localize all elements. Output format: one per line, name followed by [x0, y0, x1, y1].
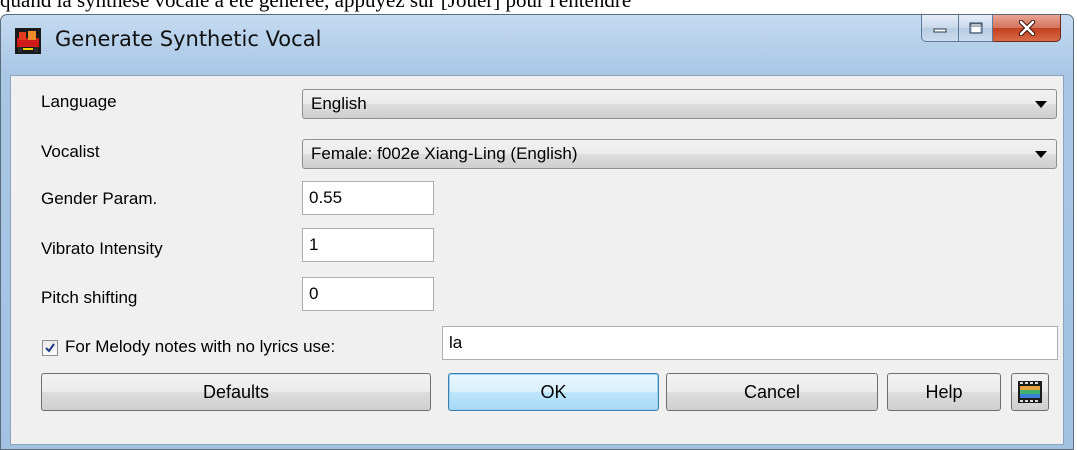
vibrato-label: Vibrato Intensity — [41, 239, 163, 258]
maximize-icon — [969, 22, 982, 34]
cancel-button[interactable]: Cancel — [666, 373, 878, 411]
melody-no-lyrics-checkbox[interactable] — [42, 340, 58, 356]
vocalist-dropdown[interactable]: Female: f002e Xiang-Ling (English) — [302, 139, 1057, 169]
language-value: English — [311, 94, 367, 113]
melody-syllable-input[interactable]: la — [442, 326, 1058, 360]
help-button[interactable]: Help — [887, 373, 1001, 411]
title-bar[interactable]: Generate Synthetic Vocal — [1, 15, 1073, 77]
vocalist-value: Female: f002e Xiang-Ling (English) — [311, 144, 578, 163]
film-strip-icon — [1018, 381, 1042, 403]
minimize-icon — [933, 28, 947, 33]
defaults-button[interactable]: Defaults — [41, 373, 431, 411]
vocalist-label: Vocalist — [41, 142, 100, 161]
minimize-button[interactable] — [921, 15, 959, 42]
page-caption-text: quand la synthèse vocale a été générée, … — [0, 0, 632, 12]
chevron-down-icon — [1035, 151, 1047, 158]
checkmark-icon — [45, 343, 55, 353]
vibrato-intensity-input[interactable]: 1 — [302, 228, 434, 262]
dialog-client-area: Language English Vocalist Female: f002e … — [10, 75, 1064, 445]
pitch-label: Pitch shifting — [41, 288, 138, 307]
ok-button[interactable]: OK — [448, 373, 659, 411]
close-button[interactable] — [993, 15, 1061, 42]
pitch-shifting-input[interactable]: 0 — [302, 277, 434, 311]
melody-no-lyrics-label: For Melody notes with no lyrics use: — [65, 337, 336, 356]
window-title: Generate Synthetic Vocal — [55, 27, 322, 51]
close-icon — [1018, 20, 1035, 36]
language-dropdown[interactable]: English — [302, 89, 1057, 119]
maximize-button[interactable] — [959, 15, 993, 42]
language-label: Language — [41, 92, 117, 111]
extra-options-button[interactable] — [1011, 373, 1049, 411]
chevron-down-icon — [1035, 101, 1047, 108]
gender-param-input[interactable]: 0.55 — [302, 181, 434, 215]
window-controls — [921, 15, 1061, 43]
gender-label: Gender Param. — [41, 189, 158, 208]
band-in-a-box-app-icon — [15, 28, 41, 54]
dialog-window: Generate Synthetic Vocal Language Englis… — [0, 14, 1074, 450]
